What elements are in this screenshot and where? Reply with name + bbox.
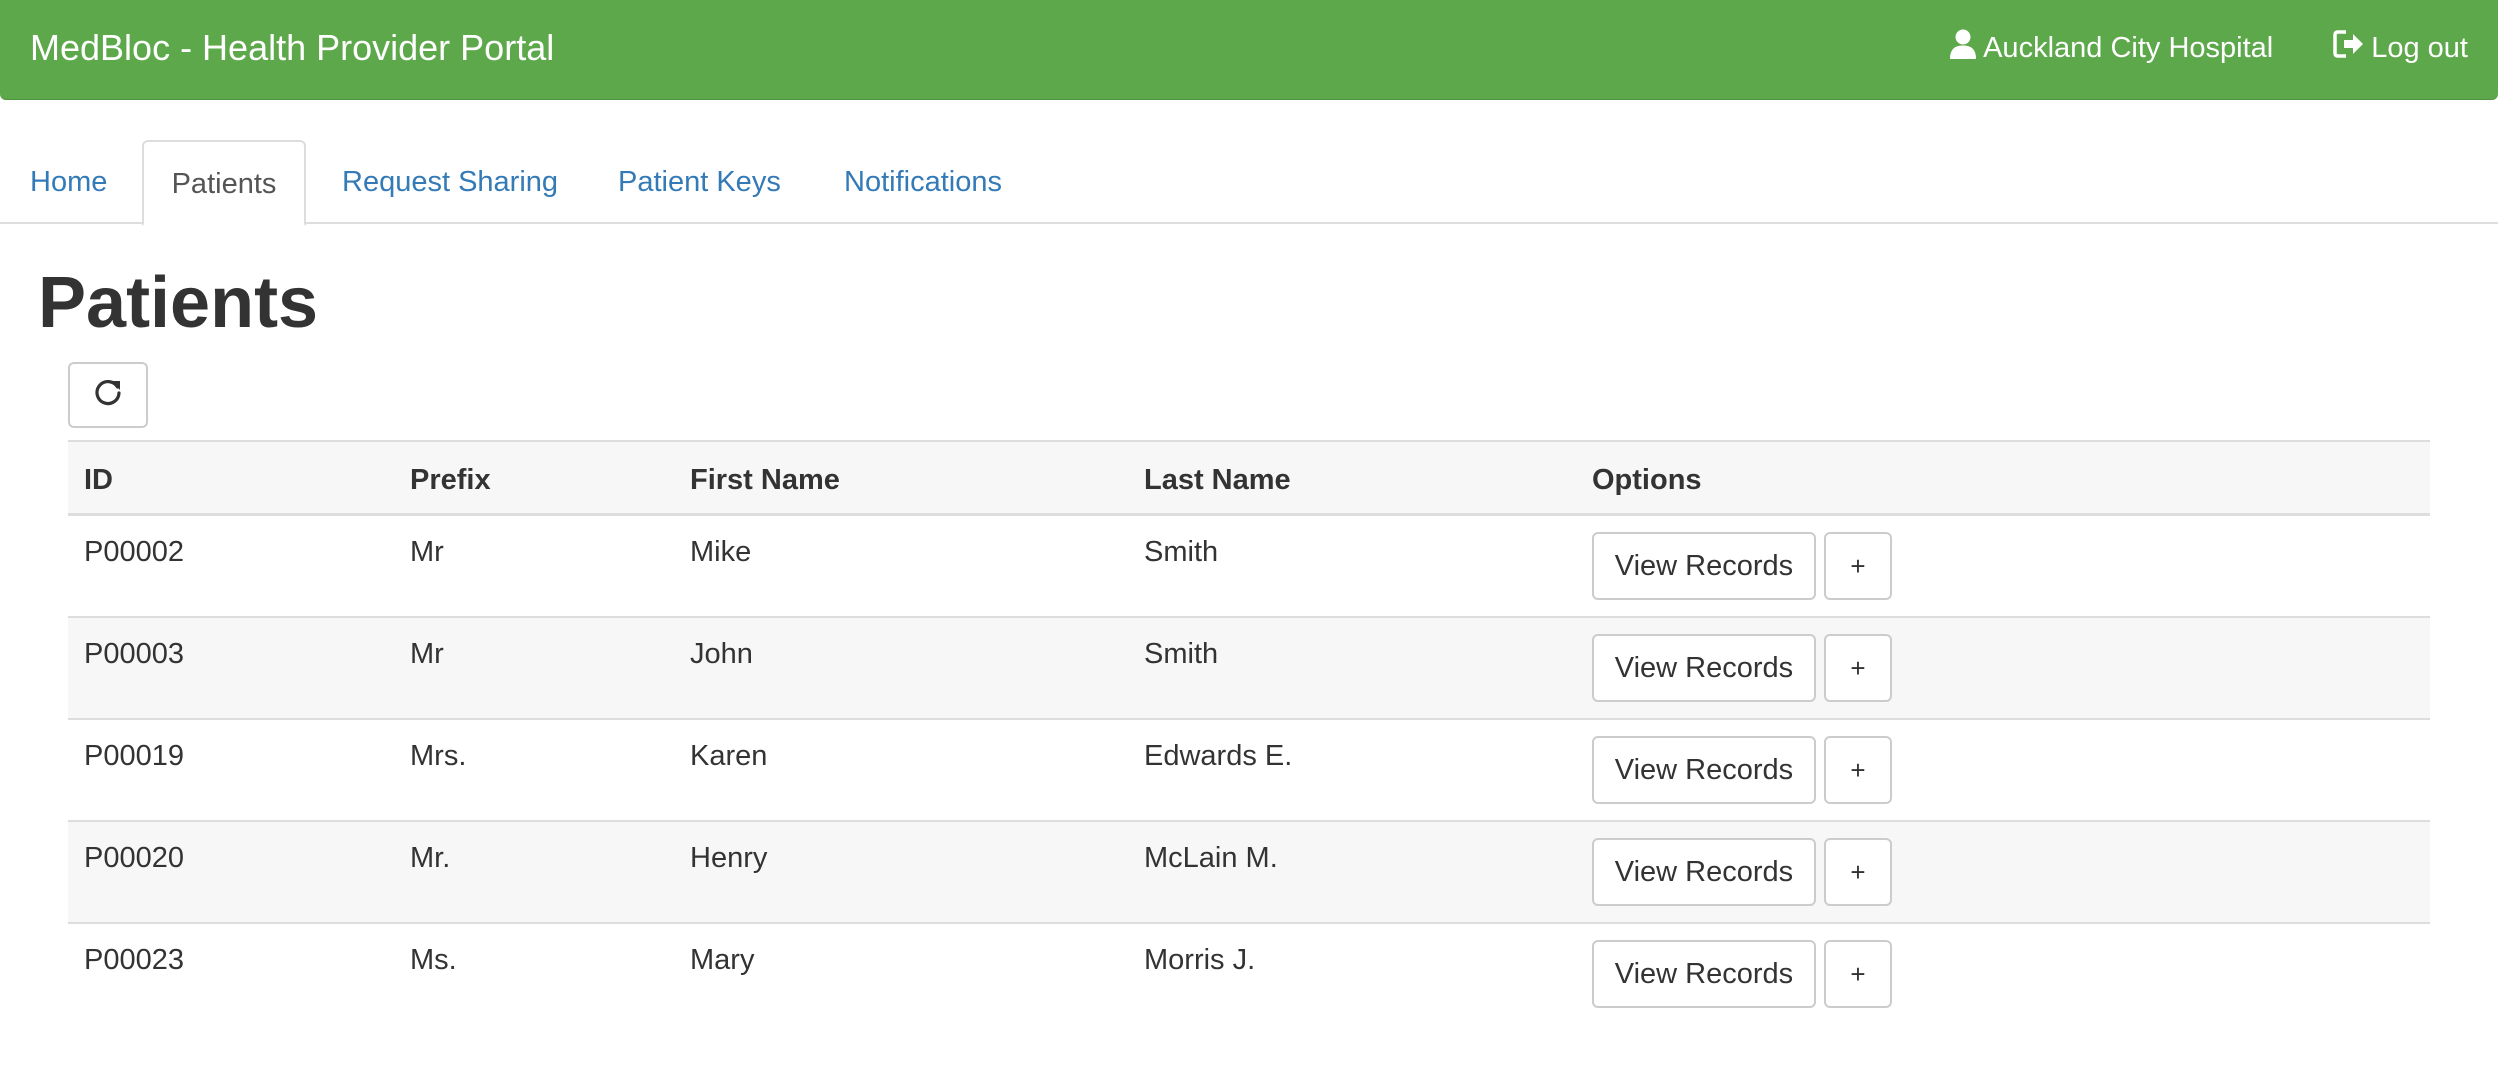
current-user-link[interactable]: Auckland City Hospital xyxy=(1949,29,2273,67)
table-row: P00019 Mrs. Karen Edwards E. View Record… xyxy=(68,720,2430,822)
logout-link[interactable]: Log out xyxy=(2333,29,2468,67)
table-row: P00002 Mr Mike Smith View Records + xyxy=(68,516,2430,618)
patient-prefix: Mr xyxy=(410,536,444,568)
header-id: ID xyxy=(84,464,113,496)
tab-home[interactable]: Home xyxy=(30,140,107,224)
patient-id: P00019 xyxy=(84,740,184,772)
tab-notifications[interactable]: Notifications xyxy=(844,140,1002,224)
add-button[interactable]: + xyxy=(1824,736,1892,804)
patient-last-name: Morris J. xyxy=(1144,944,1256,976)
tab-request-sharing[interactable]: Request Sharing xyxy=(342,140,558,224)
navbar-right: Auckland City Hospital Log out xyxy=(1949,0,2468,96)
table-row: P00020 Mr. Henry McLain M. View Records … xyxy=(68,822,2430,924)
main-tabs: Home Patients Request Sharing Patient Ke… xyxy=(0,140,2498,226)
refresh-icon xyxy=(92,377,124,414)
patients-table: ID Prefix First Name Last Name Options P… xyxy=(68,440,2430,1026)
header-prefix: Prefix xyxy=(410,464,491,496)
patient-id: P00020 xyxy=(84,842,184,874)
page-title: Patients xyxy=(38,263,319,343)
top-navbar: MedBloc - Health Provider Portal Aucklan… xyxy=(0,0,2498,100)
add-button[interactable]: + xyxy=(1824,532,1892,600)
patient-first-name: Karen xyxy=(690,740,768,772)
add-button[interactable]: + xyxy=(1824,940,1892,1008)
view-records-button[interactable]: View Records xyxy=(1592,838,1816,906)
patient-id: P00023 xyxy=(84,944,184,976)
patient-first-name: Mary xyxy=(690,944,755,976)
user-label: Auckland City Hospital xyxy=(1983,31,2274,64)
user-icon xyxy=(1949,29,1983,67)
tab-patient-keys[interactable]: Patient Keys xyxy=(618,140,781,224)
view-records-button[interactable]: View Records xyxy=(1592,634,1816,702)
patient-prefix: Mr. xyxy=(410,842,451,874)
view-records-button[interactable]: View Records xyxy=(1592,736,1816,804)
patient-prefix: Mr xyxy=(410,638,444,670)
app-brand[interactable]: MedBloc - Health Provider Portal xyxy=(30,0,554,96)
logout-label: Log out xyxy=(2371,31,2468,64)
view-records-button[interactable]: View Records xyxy=(1592,532,1816,600)
log-out-icon xyxy=(2333,29,2371,67)
header-options: Options xyxy=(1592,464,1702,496)
patient-first-name: Henry xyxy=(690,842,768,874)
patient-id: P00002 xyxy=(84,536,184,568)
add-button[interactable]: + xyxy=(1824,634,1892,702)
view-records-button[interactable]: View Records xyxy=(1592,940,1816,1008)
header-first-name: First Name xyxy=(690,464,840,496)
patient-prefix: Ms. xyxy=(410,944,457,976)
patient-last-name: Smith xyxy=(1144,638,1219,670)
table-row: P00023 Ms. Mary Morris J. View Records + xyxy=(68,924,2430,1026)
patient-last-name: Edwards E. xyxy=(1144,740,1293,772)
patient-id: P00003 xyxy=(84,638,184,670)
tab-patients[interactable]: Patients xyxy=(142,140,306,226)
table-row: P00003 Mr John Smith View Records + xyxy=(68,618,2430,720)
patient-last-name: Smith xyxy=(1144,536,1219,568)
add-button[interactable]: + xyxy=(1824,838,1892,906)
patient-first-name: Mike xyxy=(690,536,752,568)
header-last-name: Last Name xyxy=(1144,464,1291,496)
table-header-row: ID Prefix First Name Last Name Options xyxy=(68,440,2430,516)
refresh-button[interactable] xyxy=(68,362,148,428)
patient-last-name: McLain M. xyxy=(1144,842,1278,874)
patient-prefix: Mrs. xyxy=(410,740,467,772)
patient-first-name: John xyxy=(690,638,753,670)
